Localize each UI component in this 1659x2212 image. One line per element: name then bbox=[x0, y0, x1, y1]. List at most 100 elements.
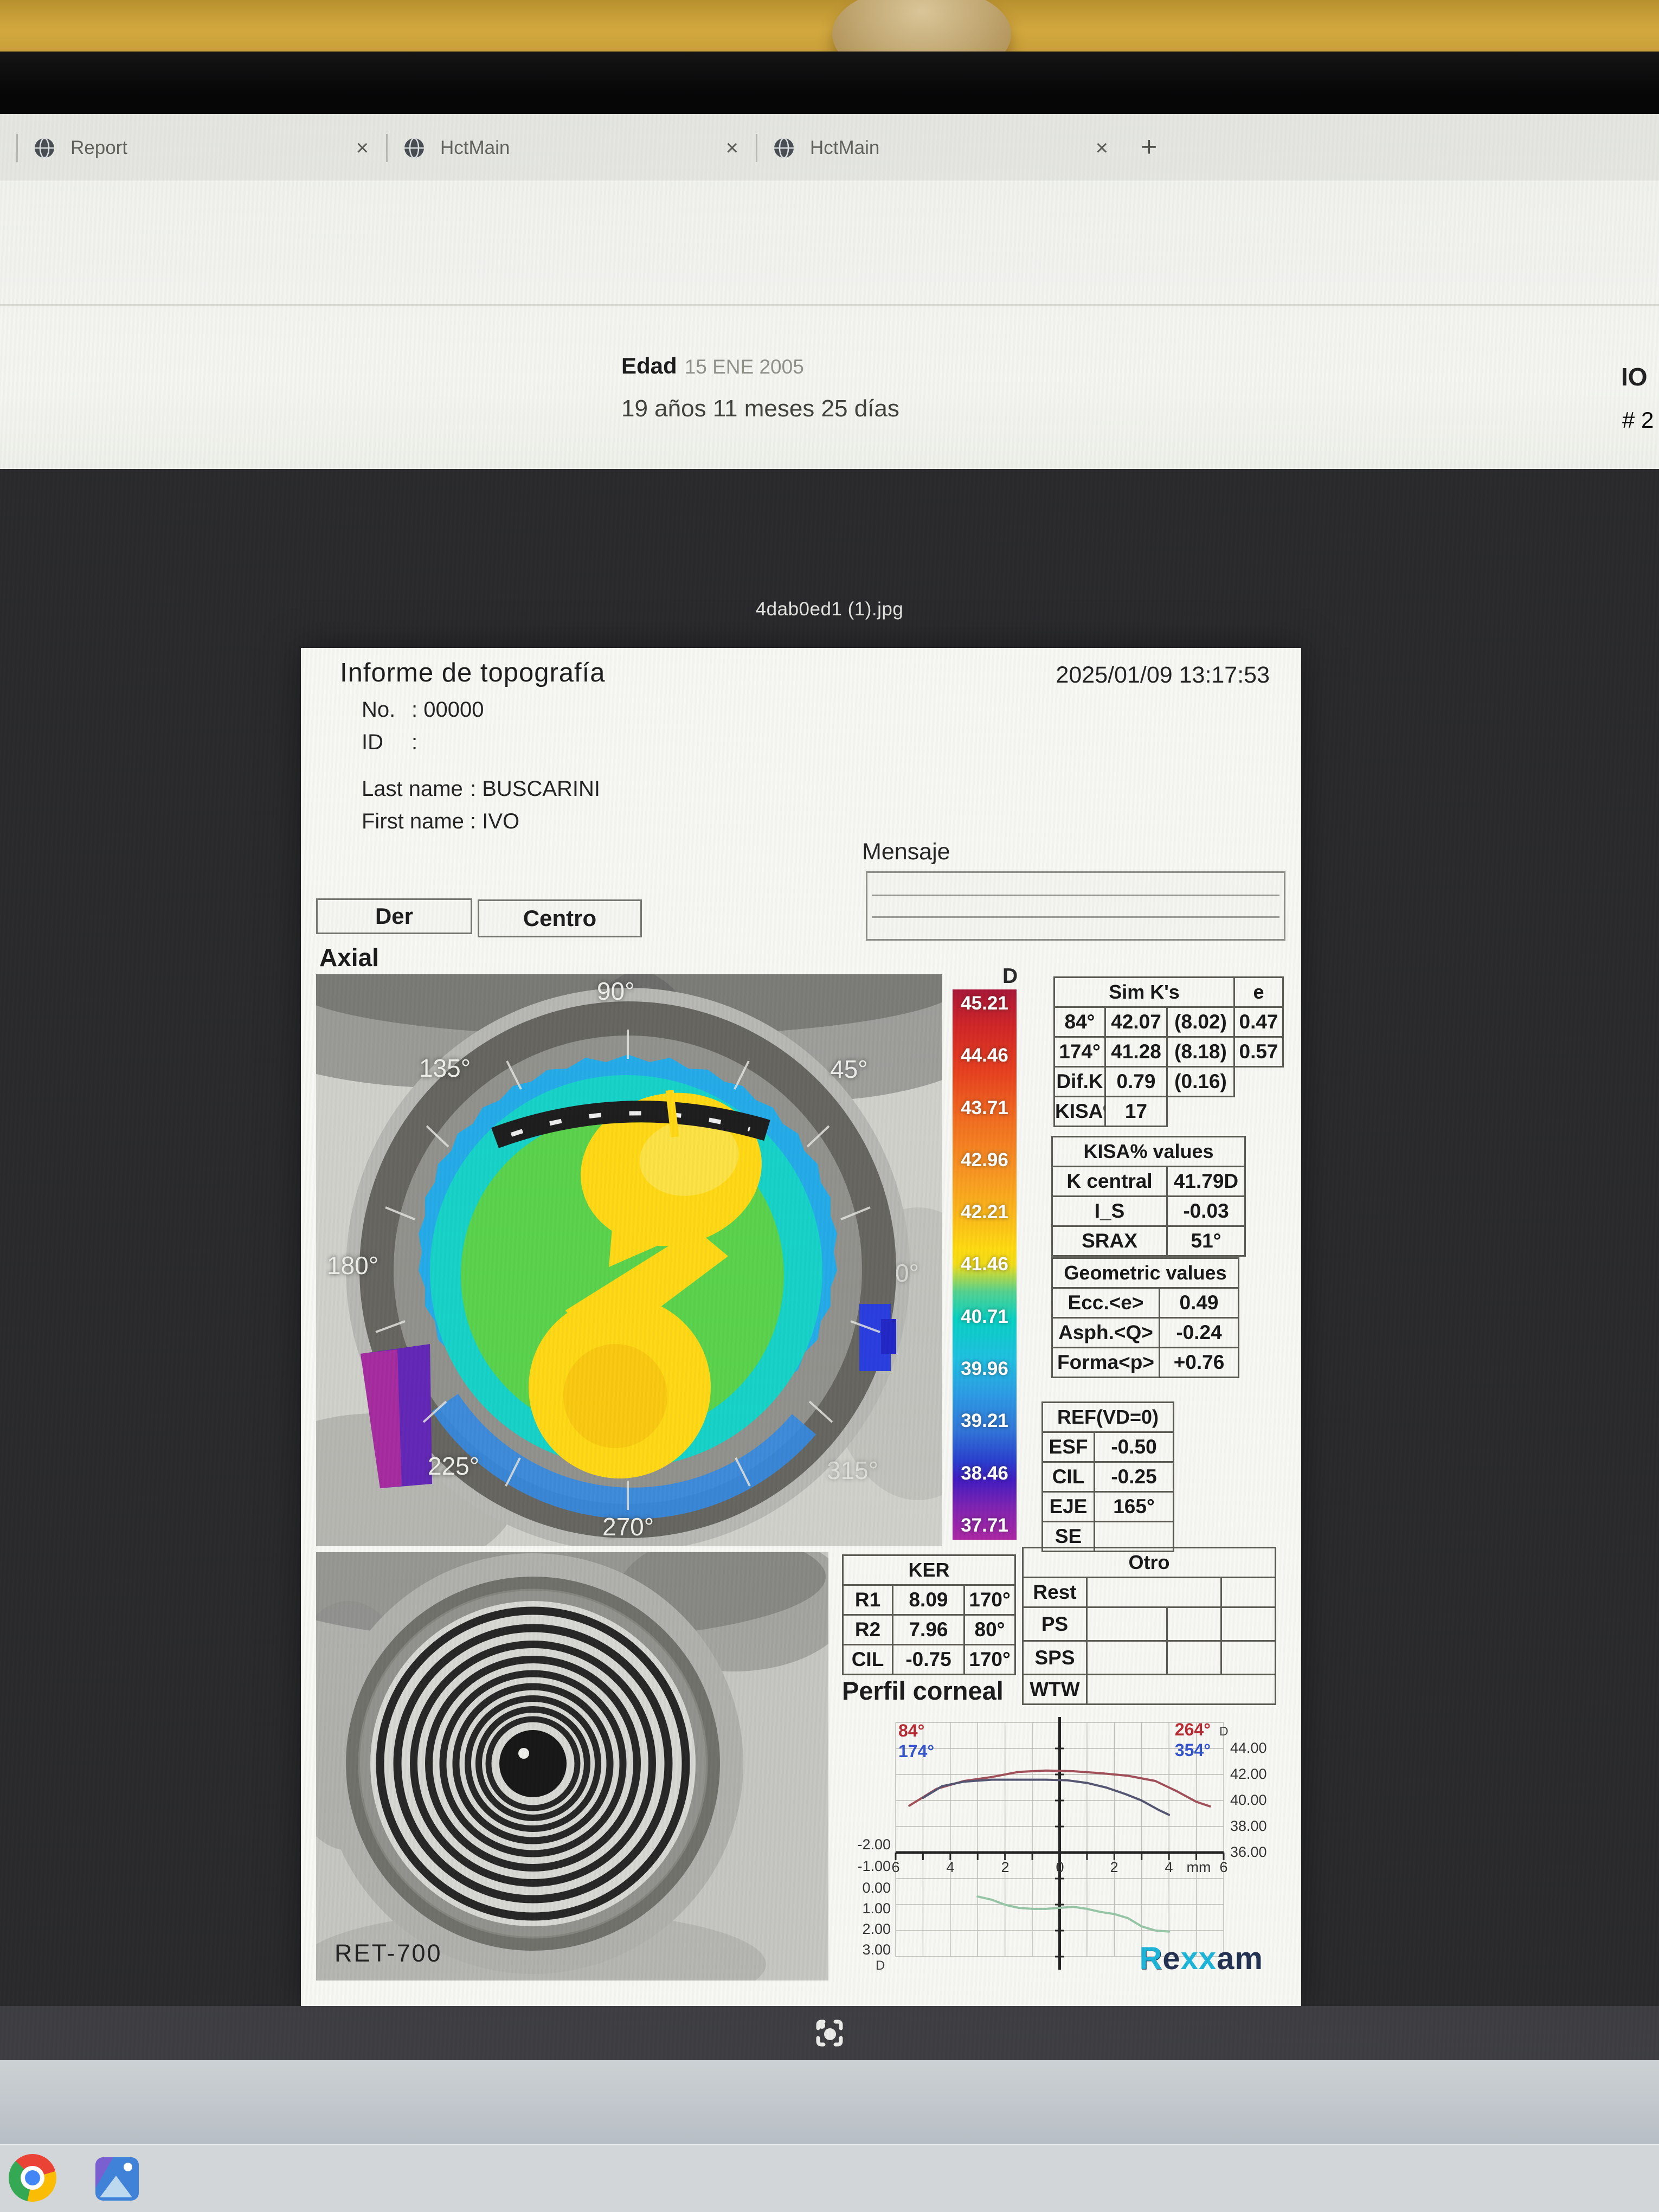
left-axis-tick: -2.00 bbox=[857, 1836, 891, 1853]
ker-row-label: R2 bbox=[843, 1615, 893, 1645]
monitor-bezel bbox=[0, 52, 1659, 114]
kisa-title: KISA% values bbox=[1052, 1137, 1245, 1167]
id-label: ID bbox=[362, 730, 411, 755]
geo-row-label: Ecc.<e> bbox=[1052, 1288, 1160, 1318]
simk-flat-power: 41.28 bbox=[1105, 1037, 1167, 1067]
tab-report[interactable]: Report × bbox=[33, 115, 369, 181]
ref-row-value: -0.50 bbox=[1095, 1432, 1174, 1462]
tab-hctmain-2[interactable]: HctMain × bbox=[772, 115, 1108, 181]
tab-label: HctMain bbox=[810, 137, 879, 159]
photos-icon[interactable] bbox=[95, 2157, 139, 2201]
ref-table: REF(VD=0) ESF-0.50 CIL-0.25 EJE165° SE bbox=[1041, 1401, 1174, 1552]
otro-cell-empty bbox=[1087, 1641, 1167, 1675]
patient-last-line: Last name: BUSCARINI bbox=[362, 777, 600, 801]
tab-hctmain-1[interactable]: HctMain × bbox=[402, 115, 738, 181]
simk-dif-power: 0.79 bbox=[1105, 1067, 1167, 1097]
edad-date: 15 ENE 2005 bbox=[685, 356, 804, 378]
meridian-label-blue-right: 354° bbox=[1175, 1740, 1211, 1760]
new-tab-button[interactable]: + bbox=[1141, 131, 1157, 163]
report-datetime: 2025/01/09 13:17:53 bbox=[1056, 662, 1270, 689]
x-axis-tick: 2 bbox=[1110, 1859, 1118, 1875]
otro-row-label: WTW bbox=[1023, 1675, 1087, 1705]
simk-dif-radius: (0.16) bbox=[1167, 1067, 1234, 1097]
left-axis-tick: 0.00 bbox=[862, 1880, 891, 1896]
ker-row-value: 7.96 bbox=[893, 1615, 964, 1645]
empty-cell bbox=[1234, 1067, 1283, 1097]
scale-value: 43.71 bbox=[961, 1097, 1008, 1119]
otro-cell-empty bbox=[1087, 1607, 1167, 1641]
mensaje-line bbox=[872, 895, 1279, 896]
simk-e-header: e bbox=[1234, 978, 1283, 1007]
ker-row-label: CIL bbox=[843, 1645, 893, 1675]
otro-cell-empty bbox=[1087, 1675, 1276, 1705]
meridian-label-blue-left: 174° bbox=[898, 1741, 934, 1761]
ker-title: KER bbox=[843, 1555, 1015, 1585]
geo-row-value: -0.24 bbox=[1160, 1318, 1239, 1348]
kisa-row-value: 41.79D bbox=[1167, 1167, 1245, 1197]
empty-cell bbox=[1234, 1097, 1283, 1127]
ref-row-value: 165° bbox=[1095, 1492, 1174, 1522]
geo-row-value: 0.49 bbox=[1160, 1288, 1239, 1318]
scale-value: 39.21 bbox=[961, 1410, 1008, 1432]
wall-background bbox=[0, 0, 1659, 54]
kisa-row-value: -0.03 bbox=[1167, 1197, 1245, 1226]
lens-icon[interactable] bbox=[811, 2014, 848, 2052]
simk-steep-e: 0.47 bbox=[1234, 1007, 1283, 1037]
placido-rings-image bbox=[316, 1552, 828, 1980]
ref-row-label: CIL bbox=[1043, 1462, 1095, 1492]
no-label: No. bbox=[362, 698, 411, 722]
x-axis-tick: 4 bbox=[1165, 1859, 1173, 1875]
viewer-filename: 4dab0ed1 (1).jpg bbox=[0, 599, 1659, 620]
no-value: : 00000 bbox=[411, 698, 484, 722]
otro-cell-empty bbox=[1221, 1641, 1276, 1675]
sim-ks-table: Sim K'se 84°42.07(8.02)0.47 174°41.28(8.… bbox=[1053, 976, 1284, 1127]
geometric-title: Geometric values bbox=[1052, 1258, 1239, 1288]
tab-separator bbox=[386, 134, 388, 162]
viewer-toolbar bbox=[0, 2006, 1659, 2060]
kisa-row-label: I_S bbox=[1052, 1197, 1167, 1226]
x-axis-tick: 2 bbox=[1001, 1859, 1009, 1875]
scale-value: 38.46 bbox=[961, 1463, 1008, 1484]
edad-label: Edad bbox=[621, 353, 677, 378]
device-model-label: RET-700 bbox=[335, 1939, 442, 1967]
x-axis-tick: 4 bbox=[946, 1859, 954, 1875]
patient-no-line: No.: 00000 bbox=[362, 698, 484, 722]
patient-id-line: ID: bbox=[362, 730, 417, 755]
empty-cell bbox=[1167, 1097, 1234, 1127]
scale-value: 37.71 bbox=[961, 1515, 1008, 1536]
desktop-strip bbox=[0, 2060, 1659, 2144]
chart-unit-top: D bbox=[1219, 1724, 1229, 1738]
rexxam-logo: Rexxam bbox=[1139, 1940, 1263, 1977]
geometric-values-table: Geometric values Ecc.<e>0.49 Asph.<Q>-0.… bbox=[1051, 1257, 1239, 1378]
chart-unit-bottom: D bbox=[876, 1958, 885, 1973]
simk-kisa-value: 17 bbox=[1105, 1097, 1167, 1127]
taskbar bbox=[0, 2144, 1659, 2212]
map-degree-label: 180° bbox=[327, 1251, 378, 1280]
mensaje-box bbox=[866, 871, 1285, 941]
x-axis-unit: mm bbox=[1187, 1859, 1211, 1875]
tab-close-icon[interactable]: × bbox=[1096, 136, 1108, 160]
simk-flat-axis: 174° bbox=[1054, 1037, 1105, 1067]
otro-title: Otro bbox=[1023, 1548, 1276, 1578]
axial-topography-map: 90° 45° 135° 180° 0° 225° 315° 270° bbox=[316, 974, 942, 1546]
perfil-corneal-chart: 84° 174° 264° 354° D 44.00 42.00 40.00 3… bbox=[844, 1711, 1302, 1973]
tab-close-icon[interactable]: × bbox=[356, 136, 369, 160]
simk-flat-e: 0.57 bbox=[1234, 1037, 1283, 1067]
tab-close-icon[interactable]: × bbox=[726, 136, 738, 160]
globe-icon bbox=[33, 136, 56, 160]
right-axis-tick: 38.00 bbox=[1230, 1818, 1267, 1834]
chrome-icon[interactable] bbox=[9, 2154, 56, 2202]
centro-button: Centro bbox=[478, 899, 642, 937]
scale-value: 45.21 bbox=[961, 993, 1008, 1014]
geo-row-label: Forma<p> bbox=[1052, 1348, 1160, 1378]
ker-table: KER R18.09170° R27.9680° CIL-0.75170° bbox=[842, 1554, 1016, 1675]
perfil-corneal-title: Perfil corneal bbox=[842, 1676, 1004, 1706]
simk-steep-radius: (8.02) bbox=[1167, 1007, 1234, 1037]
simk-title: Sim K's bbox=[1054, 978, 1234, 1007]
tab-label: HctMain bbox=[440, 137, 510, 159]
tab-separator bbox=[16, 134, 18, 162]
clipped-text-right-bottom: # 2 bbox=[1622, 407, 1654, 433]
mensaje-label: Mensaje bbox=[862, 839, 950, 865]
meridian-label-red-right: 264° bbox=[1175, 1720, 1211, 1739]
right-axis-tick: 36.00 bbox=[1230, 1844, 1267, 1860]
